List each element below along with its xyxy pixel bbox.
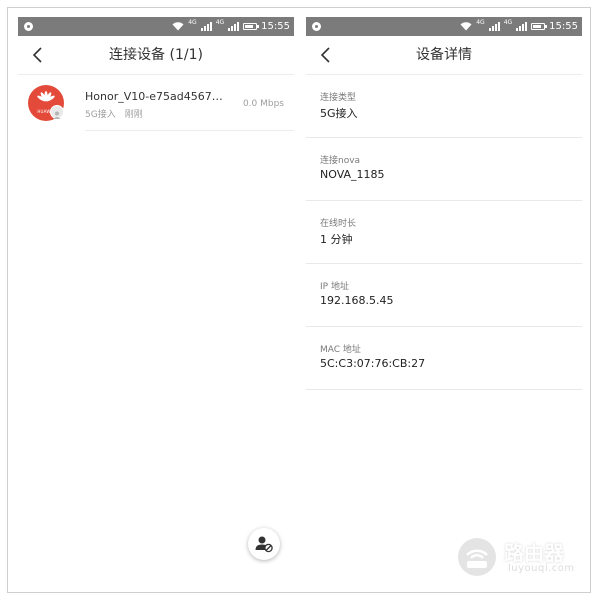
connection-type: 5G接入	[85, 110, 116, 120]
network-type-label: 4G	[476, 19, 485, 26]
detail-value: 5G接入	[320, 107, 358, 120]
detail-label: IP 地址	[320, 282, 349, 292]
connected-devices-screen: 4G 4G 15:55 连接设备 (1/1) HUAWEI Honor_V10-…	[18, 17, 294, 589]
title-bar: 连接设备 (1/1)	[18, 36, 294, 75]
detail-row-connection-type: 连接类型 5G接入	[306, 75, 582, 138]
device-details-screen: 4G 4G 15:55 设备详情 连接类型 5G接入 连接nova NOVA_1…	[306, 17, 582, 589]
status-time: 15:55	[549, 21, 578, 32]
detail-row-online-duration: 在线时长 1 分钟	[306, 201, 582, 264]
user-badge-icon	[50, 105, 64, 119]
connected-time: 刚刚	[124, 110, 143, 120]
signal-icon	[516, 22, 528, 31]
signal-icon	[200, 22, 212, 31]
device-speed: 0.0 Mbps	[242, 99, 284, 109]
network-type-label: 4G	[503, 19, 513, 26]
detail-row-mac-address: MAC 地址 5C:C3:07:76:CB:27	[306, 327, 582, 390]
watermark-subtitle: luyouqi.com	[508, 563, 575, 574]
status-time: 15:55	[261, 21, 290, 32]
detail-row-connected-nova: 连接nova NOVA_1185	[306, 138, 582, 201]
battery-icon	[243, 23, 260, 30]
battery-icon	[531, 23, 548, 30]
network-type-label: 4G	[188, 19, 197, 26]
detail-value: NOVA_1185	[320, 168, 385, 181]
device-name: Honor_V10-e75ad4567…	[85, 90, 223, 103]
wifi-icon	[460, 22, 472, 31]
status-bar: 4G 4G 15:55	[18, 17, 294, 36]
watermark: 路由器 luyouqi.com	[458, 535, 574, 581]
title-bar: 设备详情	[306, 36, 582, 75]
detail-value: 192.168.5.45	[320, 294, 394, 307]
status-bar: 4G 4G 15:55	[306, 17, 582, 36]
block-user-icon	[255, 536, 273, 553]
page-title: 设备详情	[416, 47, 472, 63]
signal-icon	[488, 22, 500, 31]
detail-label: MAC 地址	[320, 345, 361, 355]
block-user-button[interactable]	[248, 528, 280, 560]
detail-label: 连接nova	[320, 156, 361, 166]
network-type-label: 4G	[215, 19, 225, 26]
detail-row-ip-address: IP 地址 192.168.5.45	[306, 264, 582, 327]
status-indicators: 4G 4G 15:55	[172, 17, 290, 36]
page-title: 连接设备 (1/1)	[109, 47, 203, 63]
device-list-item[interactable]: HUAWEI Honor_V10-e75ad4567… 5G接入 刚刚 0.0 M…	[18, 75, 294, 131]
notification-icon	[312, 22, 321, 31]
signal-icon	[228, 22, 240, 31]
detail-label: 连接类型	[320, 93, 357, 103]
wifi-icon	[172, 22, 184, 31]
watermark-title: 路由器	[504, 541, 564, 565]
router-logo-icon	[458, 538, 496, 576]
detail-value: 1 分钟	[320, 233, 353, 246]
device-subtitle: 5G接入 刚刚	[85, 107, 143, 120]
status-indicators: 4G 4G 15:55	[460, 17, 578, 36]
divider	[85, 130, 294, 131]
notification-icon	[24, 22, 33, 31]
detail-label: 在线时长	[320, 219, 357, 229]
detail-value: 5C:C3:07:76:CB:27	[320, 357, 426, 370]
